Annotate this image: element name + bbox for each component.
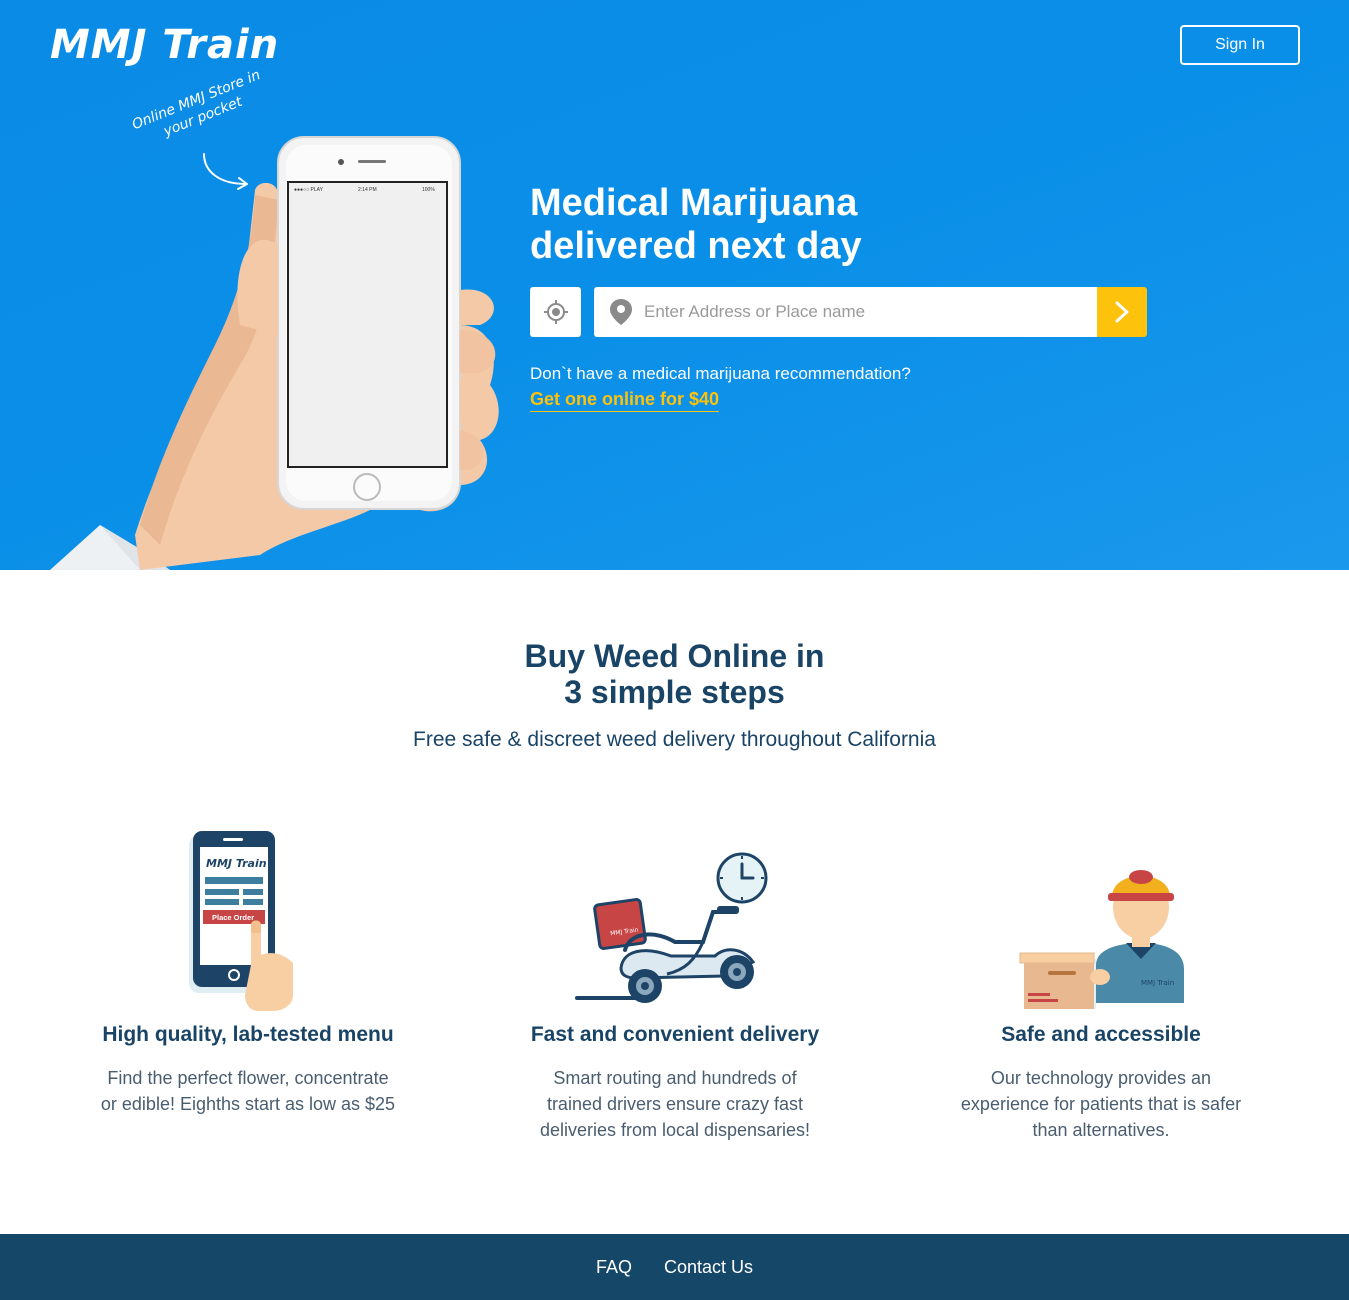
get-recommendation-link[interactable]: Get one online for $40 [530,389,720,412]
sign-in-button[interactable]: Sign In [1180,25,1300,65]
logo[interactable]: MMJ Train [50,22,279,68]
phone-status-time: 2:14 PM [358,187,377,193]
icon-place-order-text: Place Order [212,913,254,922]
locate-me-button[interactable] [530,287,581,337]
steps-title-line-1: Buy Weed Online in [524,638,825,674]
map-pin-icon [610,299,632,325]
steps-title: Buy Weed Online in 3 simple steps [0,638,1349,710]
headline-line-2: delivered next day [530,225,862,267]
feature-safe: MMJ Train Safe and accessible Our techno… [901,820,1301,1143]
address-input[interactable] [644,302,1084,322]
delivery-man-icon: MMJ Train [1019,870,1184,1009]
steps-subtitle: Free safe & discreet weed delivery throu… [413,728,936,751]
hero-section: MMJ Train Sign In Online MMJ Store in yo… [0,0,1349,570]
phone-status-battery: 100% [422,187,435,193]
feature-title: Fast and convenient delivery [530,1023,820,1046]
scooter-delivery-icon: MMJ Train [575,852,768,1003]
feature-text: Smart routing and hundreds of trained dr… [539,1068,811,1140]
recommendation-question: Don`t have a medical marijuana recommend… [530,364,911,383]
headline-line-1: Medical Marijuana [530,182,858,224]
footer-link-contact[interactable]: Contact Us [664,1257,753,1278]
hero-headline: Medical Marijuana delivered next day [530,182,1130,268]
footer-link-faq[interactable]: FAQ [596,1257,632,1278]
feature-delivery: MMJ Train Fast and convenient delivery S… [475,820,875,1143]
hand-phone-illustration: ●●●○○ PLAY 2:14 PM 100% [50,136,499,570]
address-search-box [594,287,1097,337]
feature-text: Find the perfect flower, concentrate or … [100,1068,396,1114]
feature-menu: MMJ Train Place Order High quality, lab-… [48,820,448,1117]
search-submit-button[interactable] [1097,287,1147,337]
crosshair-icon [543,300,568,324]
feature-title: High quality, lab-tested menu [102,1023,394,1046]
phone-status-left: ●●●○○ PLAY [294,187,324,193]
icon-brand-text: MMJ Train [206,857,267,870]
footer: FAQ Contact Us [0,1234,1349,1300]
feature-text: Our technology provides an experience fo… [960,1068,1242,1140]
steps-title-line-2: 3 simple steps [564,674,785,710]
shirt-brand-text: MMJ Train [1141,979,1174,987]
phone-order-icon: MMJ Train Place Order [189,831,293,1011]
feature-title: Safe and accessible [1001,1023,1201,1046]
chevron-right-icon [1115,301,1129,323]
